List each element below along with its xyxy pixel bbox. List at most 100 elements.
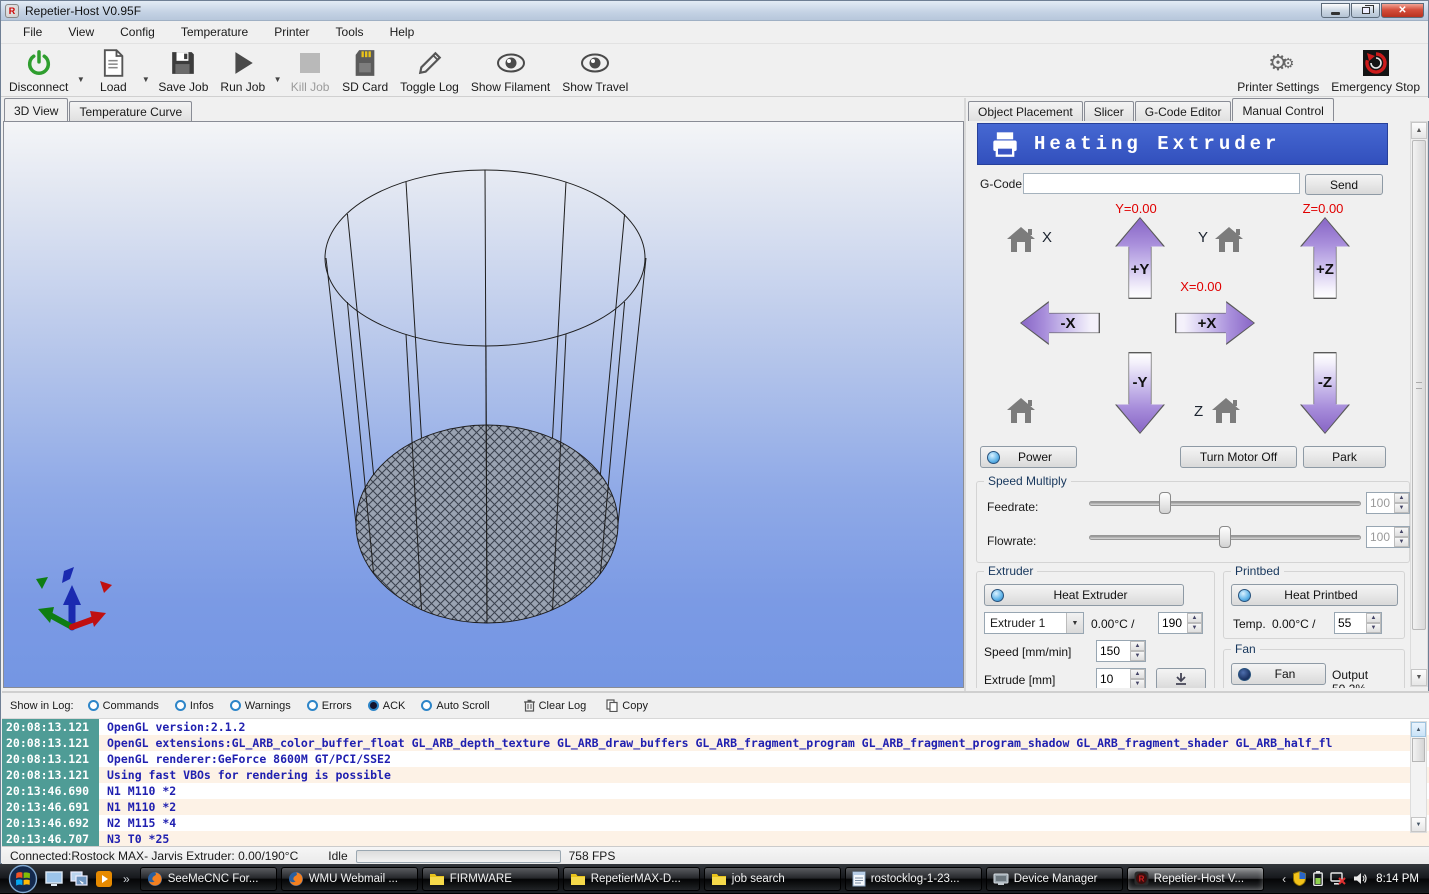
extruder-target-spinner[interactable]: ▲▼: [1158, 612, 1203, 634]
flowrate-spinner[interactable]: ▲▼: [1366, 526, 1410, 548]
clear-log-button[interactable]: Clear Log: [516, 697, 595, 714]
log-scrollbar-thumb[interactable]: [1412, 738, 1425, 762]
heat-extruder-button[interactable]: Heat Extruder: [984, 584, 1184, 606]
warnings-led-icon: [230, 700, 241, 711]
show-desktop-icon[interactable]: [44, 869, 64, 889]
tab-temperature-curve[interactable]: Temperature Curve: [69, 101, 192, 121]
gcode-input[interactable]: [1023, 173, 1300, 194]
menu-temperature[interactable]: Temperature: [169, 22, 260, 42]
park-button[interactable]: Park: [1303, 446, 1386, 468]
battery-icon[interactable]: [1313, 871, 1323, 886]
uac-shield-icon[interactable]: [1293, 871, 1306, 886]
toggle-warnings[interactable]: Warnings: [226, 698, 299, 714]
taskbar-button-device-manager[interactable]: Device Manager: [986, 867, 1123, 891]
network-icon[interactable]: [1330, 872, 1346, 886]
menu-help[interactable]: Help: [378, 22, 427, 42]
load-dropdown[interactable]: ▼: [139, 44, 152, 96]
load-button[interactable]: Load: [87, 44, 139, 96]
tray-expand-icon[interactable]: ‹: [1282, 872, 1286, 886]
show-filament-button[interactable]: Show Filament: [465, 44, 556, 96]
heat-printbed-button[interactable]: Heat Printbed: [1231, 584, 1398, 606]
switch-windows-icon[interactable]: [69, 869, 89, 889]
tab-manual-control[interactable]: Manual Control: [1232, 98, 1333, 121]
jog-minus-y-button[interactable]: -Y: [1115, 352, 1165, 434]
toggle-log-button[interactable]: Toggle Log: [394, 44, 465, 96]
taskbar-button-rostocklog[interactable]: rostocklog-1-23...: [845, 867, 982, 891]
feedrate-slider-thumb[interactable]: [1159, 492, 1171, 514]
tab-gcode-editor[interactable]: G-Code Editor: [1135, 101, 1232, 121]
menu-config[interactable]: Config: [108, 22, 167, 42]
copy-icon: [606, 699, 618, 712]
taskbar-button-repetier-host[interactable]: R Repetier-Host V...: [1127, 867, 1264, 891]
toggle-auto-scroll[interactable]: Auto Scroll: [417, 698, 497, 714]
feedrate-spinner[interactable]: ▲▼: [1366, 492, 1410, 514]
jog-plus-z-button[interactable]: +Z: [1300, 217, 1350, 299]
power-button[interactable]: Power: [980, 446, 1077, 468]
start-button[interactable]: [6, 866, 40, 892]
log-scroll-down-icon[interactable]: ▼: [1411, 817, 1426, 832]
run-job-dropdown[interactable]: ▼: [271, 44, 284, 96]
3d-viewport[interactable]: [3, 121, 964, 688]
log-scrollbar[interactable]: ▲ ▼: [1410, 721, 1427, 833]
disconnect-dropdown[interactable]: ▼: [74, 44, 87, 96]
manual-panel-scrollbar[interactable]: ▲ ▼: [1410, 121, 1428, 687]
printer-settings-button[interactable]: ⚙⚙ Printer Settings: [1231, 44, 1325, 96]
extrude-button[interactable]: [1156, 668, 1206, 688]
restore-button[interactable]: [1351, 3, 1380, 18]
media-player-icon[interactable]: [94, 869, 114, 889]
sd-card-button[interactable]: SD Card: [336, 44, 394, 96]
menu-view[interactable]: View: [56, 22, 106, 42]
banner-text: Heating Extruder: [1034, 133, 1280, 155]
home-x-icon[interactable]: [1006, 226, 1036, 253]
turn-motor-off-button[interactable]: Turn Motor Off: [1180, 446, 1297, 468]
toggle-commands[interactable]: Commands: [84, 698, 167, 714]
jog-minus-z-button[interactable]: -Z: [1300, 352, 1350, 434]
save-job-button[interactable]: Save Job: [152, 44, 214, 96]
jog-plus-x-button[interactable]: +X: [1175, 301, 1255, 345]
minimize-button[interactable]: [1321, 3, 1350, 18]
close-button[interactable]: ✕: [1381, 3, 1424, 18]
flowrate-slider[interactable]: [1089, 526, 1361, 548]
menu-tools[interactable]: Tools: [324, 22, 376, 42]
home-y-label: Y: [1198, 229, 1208, 246]
show-travel-button[interactable]: Show Travel: [556, 44, 634, 96]
tab-3d-view[interactable]: 3D View: [4, 98, 68, 121]
fan-button[interactable]: Fan: [1231, 663, 1326, 685]
home-y-icon[interactable]: [1214, 226, 1244, 253]
printbed-target-spinner[interactable]: ▲▼: [1334, 612, 1382, 634]
tab-slicer[interactable]: Slicer: [1084, 101, 1134, 121]
quick-launch-overflow-icon[interactable]: »: [119, 872, 134, 886]
taskbar-button-wmu-webmail[interactable]: WMU Webmail ...: [281, 867, 418, 891]
emergency-stop-button[interactable]: Emergency Stop: [1325, 44, 1426, 96]
scrollbar-thumb[interactable]: [1412, 140, 1426, 630]
power-led-icon: [987, 451, 1000, 464]
disconnect-button[interactable]: Disconnect: [3, 44, 74, 96]
printbed-title: Printbed: [1231, 564, 1284, 578]
log-output[interactable]: 20:08:13.121OpenGL version:2.1.2 20:08:1…: [2, 719, 1429, 846]
toggle-infos[interactable]: Infos: [171, 698, 222, 714]
extrude-length-spinner[interactable]: ▲▼: [1096, 668, 1146, 688]
toggle-errors[interactable]: Errors: [303, 698, 360, 714]
menu-file[interactable]: File: [11, 22, 54, 42]
copy-log-button[interactable]: Copy: [598, 697, 656, 714]
feedrate-slider[interactable]: [1089, 492, 1361, 514]
run-job-button[interactable]: Run Job: [214, 44, 271, 96]
extruder-speed-spinner[interactable]: ▲▼: [1096, 640, 1146, 662]
home-all-icon[interactable]: [1006, 397, 1036, 424]
flowrate-slider-thumb[interactable]: [1219, 526, 1231, 548]
send-button[interactable]: Send: [1305, 174, 1383, 195]
toggle-ack[interactable]: ACK: [364, 698, 414, 714]
taskbar-button-seemecnc[interactable]: SeeMeCNC For...: [140, 867, 277, 891]
taskbar-button-job-search[interactable]: job search: [704, 867, 841, 891]
tab-object-placement[interactable]: Object Placement: [968, 101, 1083, 121]
home-z-icon[interactable]: [1211, 397, 1241, 424]
log-scroll-up-icon[interactable]: ▲: [1411, 722, 1426, 737]
scroll-up-icon[interactable]: ▲: [1411, 122, 1427, 139]
menu-printer[interactable]: Printer: [262, 22, 321, 42]
jog-minus-x-button[interactable]: -X: [1020, 301, 1100, 345]
speaker-icon[interactable]: [1353, 872, 1367, 885]
extruder-select[interactable]: Extruder 1▼: [984, 612, 1084, 634]
taskbar-button-repetiermax[interactable]: RepetierMAX-D...: [563, 867, 700, 891]
scroll-down-icon[interactable]: ▼: [1411, 669, 1427, 686]
taskbar-button-firmware[interactable]: FIRMWARE: [422, 867, 559, 891]
